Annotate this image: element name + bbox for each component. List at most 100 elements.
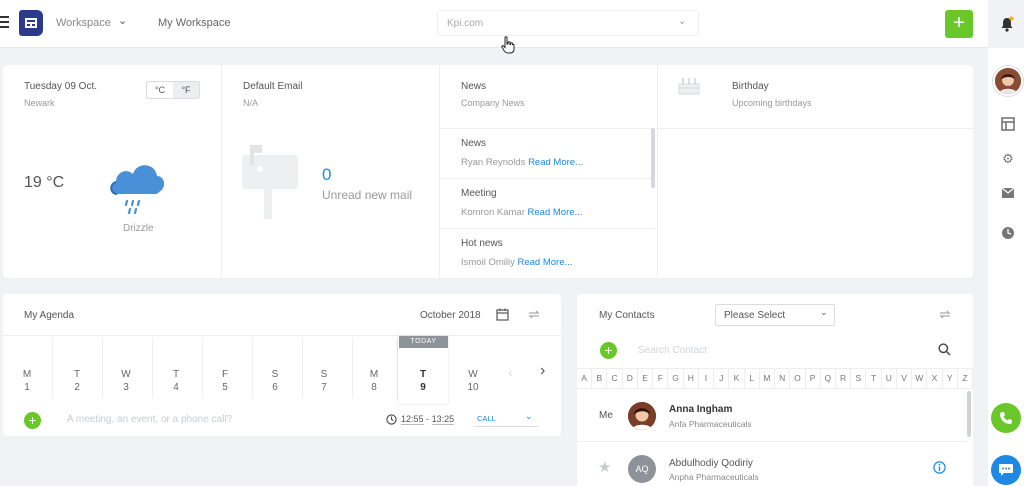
letter-filter[interactable]: N [775, 369, 791, 388]
info-icon[interactable] [933, 461, 946, 474]
divider [221, 65, 222, 278]
add-contact-button[interactable]: + [600, 342, 617, 359]
app-logo[interactable] [19, 10, 43, 36]
bell-icon[interactable] [1000, 16, 1014, 32]
news-item[interactable]: Hot news Ismoil Omiliy Read More... [440, 229, 654, 279]
me-label: Me [599, 410, 613, 421]
contact-row[interactable]: ★ AQ Abdulhodiy Qodiriy Anpha Pharmaceut… [577, 442, 967, 486]
unread-count[interactable]: 0 [322, 165, 331, 185]
news-item-author: Ryan Reynolds Read More... [461, 157, 583, 168]
search-contact-input[interactable]: Search Contact [638, 345, 707, 356]
letter-filter[interactable]: F [653, 369, 669, 388]
letter-filter[interactable]: P [806, 369, 821, 388]
chevron-down-icon[interactable]: ⌄ [118, 14, 127, 27]
event-type-select[interactable]: CALL ⌄ [474, 411, 538, 427]
letter-filter[interactable]: S [851, 369, 867, 388]
letter-filter[interactable]: B [592, 369, 608, 388]
letter-filter[interactable]: J [714, 369, 730, 388]
time-range[interactable]: 12:55 - 13:25 [401, 414, 455, 425]
clock-icon [386, 414, 397, 425]
letter-filter[interactable]: T [866, 369, 882, 388]
letter-filter[interactable]: L [745, 369, 760, 388]
unit-toggle[interactable]: °C °F [146, 81, 200, 99]
dashboard-icon[interactable] [1001, 117, 1015, 131]
letter-filter[interactable]: C [607, 369, 623, 388]
day-label: T2 [73, 369, 81, 393]
phone-button[interactable] [991, 403, 1021, 433]
user-avatar[interactable] [993, 66, 1023, 96]
domain-value: Kpi.com [447, 18, 484, 29]
workspace-name[interactable]: My Workspace [158, 17, 231, 29]
sync-icon[interactable] [938, 308, 952, 321]
email-address: N/A [243, 98, 259, 108]
day-label: S6 [271, 369, 279, 393]
contacts-filter-value: Please Select [724, 310, 786, 321]
birthday-title: Birthday [732, 81, 769, 92]
phone-icon [1000, 412, 1012, 424]
search-icon[interactable] [938, 343, 951, 356]
news-subtitle: Company News [461, 98, 525, 108]
chat-button[interactable] [991, 455, 1021, 485]
news-item[interactable]: Meeting Komron Kamar Read More... [440, 179, 654, 229]
chevron-right-icon[interactable]: › [540, 362, 545, 380]
letter-filter[interactable]: V [897, 369, 913, 388]
contact-name: Anna Ingham [669, 404, 733, 415]
news-title: News [461, 81, 487, 92]
domain-select[interactable]: Kpi.com ⌄ [437, 10, 699, 36]
celsius-option[interactable]: °C [147, 82, 173, 98]
day-label: F5 [221, 369, 229, 393]
read-more-link[interactable]: Read More... [528, 207, 583, 218]
letter-filter[interactable]: O [790, 369, 806, 388]
letter-filter[interactable]: A [577, 369, 593, 388]
read-more-link[interactable]: Read More... [528, 157, 583, 168]
chevron-down-icon: ⌄ [820, 307, 828, 317]
add-button[interactable]: + [945, 10, 973, 38]
mail-icon[interactable] [1001, 187, 1015, 201]
letter-filter[interactable]: R [836, 369, 852, 388]
temperature: 19 °C [24, 174, 65, 191]
letter-filter[interactable]: G [668, 369, 684, 388]
calendar-icon[interactable] [496, 308, 509, 321]
letter-filter[interactable]: K [729, 369, 745, 388]
letter-filter[interactable]: E [638, 369, 654, 388]
news-scrollbar[interactable] [651, 128, 655, 188]
news-item[interactable]: News Ryan Reynolds Read More... [440, 129, 654, 179]
contacts-filter-select[interactable]: Please Select ⌄ [715, 304, 835, 326]
divider [658, 128, 973, 129]
contact-row[interactable]: Me Anna Ingham Anfa Pharmaceuticals [577, 390, 967, 442]
letter-filter[interactable]: Q [821, 369, 836, 388]
letter-filter[interactable]: Y [943, 369, 958, 388]
contact-company: Anpha Pharmaceuticals [669, 472, 759, 482]
chevron-down-icon: ⌄ [525, 411, 533, 421]
weather-date: Tuesday 09 Oct. [24, 81, 97, 92]
letter-filter[interactable]: I [699, 369, 715, 388]
chevron-left-icon[interactable]: ‹ [508, 364, 513, 380]
letter-filter[interactable]: U [882, 369, 897, 388]
time-to[interactable]: 13:25 [431, 414, 455, 425]
menu-icon[interactable] [0, 16, 9, 28]
news-item-title: News [461, 138, 487, 149]
add-event-button[interactable]: + [24, 412, 41, 429]
letter-filter[interactable]: Z [958, 369, 974, 388]
star-icon[interactable]: ★ [598, 458, 611, 476]
gear-icon[interactable]: ⚙ [1001, 152, 1015, 166]
cake-icon [678, 78, 700, 95]
day-label: S7 [320, 369, 328, 393]
avatar-image [995, 68, 1021, 94]
read-more-link[interactable]: Read More... [517, 257, 572, 268]
letter-filter[interactable]: W [912, 369, 928, 388]
letter-filter[interactable]: H [684, 369, 699, 388]
time-from[interactable]: 12:55 [401, 414, 424, 425]
day-label: T4 [172, 369, 180, 393]
new-event-input[interactable]: A meeting, an event, or a phone call? [67, 414, 232, 425]
letter-filter[interactable]: M [760, 369, 776, 388]
clock-icon[interactable] [1001, 226, 1015, 240]
sync-icon[interactable] [527, 308, 541, 321]
contacts-scrollbar[interactable] [967, 391, 971, 437]
day-label: M1 [22, 369, 32, 393]
workspace-label[interactable]: Workspace [56, 17, 111, 29]
agenda-title: My Agenda [24, 310, 75, 321]
letter-filter[interactable]: D [623, 369, 638, 388]
fahrenheit-option[interactable]: °F [173, 82, 199, 98]
letter-filter[interactable]: X [927, 369, 943, 388]
